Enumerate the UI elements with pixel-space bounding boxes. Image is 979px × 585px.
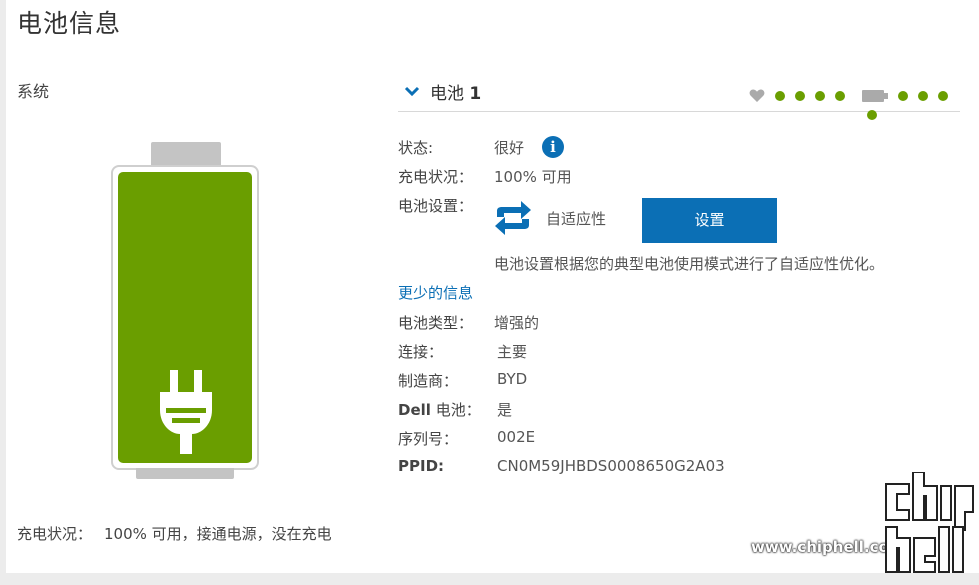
battery-title-text: 电池 (430, 84, 464, 104)
charge-dot (867, 109, 877, 120)
charge-dot (938, 90, 949, 101)
adaptive-cycle-icon (495, 201, 531, 235)
power-plug-icon (160, 370, 212, 454)
serial-value: 002E (497, 428, 536, 446)
health-dot (815, 90, 826, 101)
setting-mode-value: 自适应性 (546, 210, 607, 228)
health-dot (795, 90, 806, 101)
health-dot (835, 90, 846, 101)
health-dot (775, 90, 786, 101)
type-value: 增强的 (494, 314, 540, 332)
info-icon[interactable]: i (542, 136, 564, 158)
battery-health-indicator (749, 85, 846, 104)
dell-brand-text: Dell (398, 401, 431, 419)
ppid-value: CN0M59JHBDS0008650G2A03 (497, 457, 725, 475)
battery-info-panel: 电池信息 系统 充电状况： 100% 可用，接通电源，没在充电 电池 1 状态:… (6, 0, 979, 573)
setting-label: 电池设置： (398, 197, 474, 215)
status-value: 很好 (494, 139, 525, 157)
charge-label: 充电状况： (398, 168, 474, 186)
footer-charge-label: 充电状况： (17, 525, 93, 543)
manufacturer-label: 制造商： (398, 372, 459, 390)
battery-charge-indicator (862, 85, 960, 123)
less-info-link[interactable]: 更少的信息 (398, 282, 473, 303)
dell-battery-value: 是 (497, 401, 513, 419)
chiphell-watermark: www.chiphell.com (751, 472, 979, 577)
battery-title: 电池 1 (430, 79, 481, 104)
chiphell-logo (885, 472, 974, 573)
chevron-down-icon[interactable] (404, 85, 420, 97)
manufacturer-value: BYD (497, 370, 528, 388)
battery-number: 1 (469, 84, 482, 104)
battery-1-header[interactable]: 电池 1 (398, 77, 960, 120)
page-title: 电池信息 (17, 9, 122, 38)
dell-battery-label-rest: 电池： (430, 401, 481, 419)
settings-button[interactable]: 设置 (642, 198, 777, 243)
type-label: 电池类型： (398, 314, 474, 332)
serial-label: 序列号： (398, 430, 459, 448)
footer-charge-status: 充电状况： 100% 可用，接通电源，没在充电 (17, 523, 344, 544)
charge-value: 100% 可用 (494, 168, 572, 186)
connection-value: 主要 (497, 343, 528, 361)
heart-icon (749, 89, 765, 102)
battery-base (136, 468, 234, 479)
dell-battery-label: Dell 电池： (398, 399, 481, 420)
status-label: 状态: (398, 139, 434, 157)
battery-terminal (151, 142, 221, 166)
battery-small-icon (862, 89, 888, 102)
setting-description: 电池设置根据您的典型电池使用模式进行了自适应性优化。 (494, 255, 885, 273)
connection-label: 连接： (398, 343, 444, 361)
battery-illustration (111, 142, 261, 480)
footer-charge-value: 100% 可用，接通电源，没在充电 (104, 525, 332, 543)
system-section-label: 系统 (17, 82, 50, 101)
charge-dot (898, 90, 909, 101)
charge-dot (918, 90, 929, 101)
ppid-label: PPID: (398, 457, 445, 475)
